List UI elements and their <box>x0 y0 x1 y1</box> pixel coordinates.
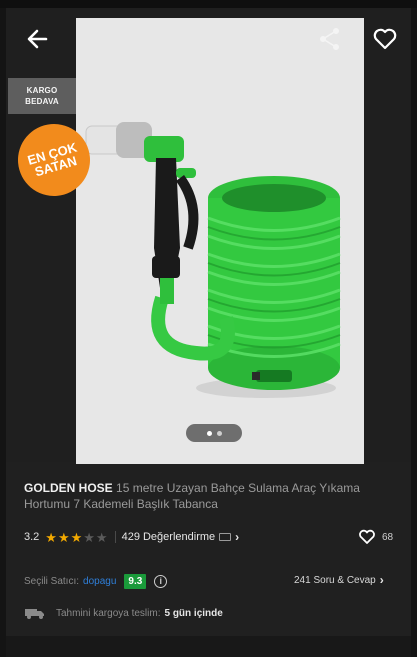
info-icon[interactable]: i <box>154 574 168 588</box>
pager-dot-active[interactable] <box>206 430 212 436</box>
heart-outline-icon <box>359 529 375 544</box>
star-icon: ★ <box>70 529 83 545</box>
product-gallery[interactable] <box>6 8 411 464</box>
star-empty-icon: ★ <box>95 529 108 545</box>
pager-dot[interactable] <box>216 430 222 436</box>
back-button[interactable] <box>24 26 52 52</box>
shipping-estimate: Tahmini kargoya teslim: 5 gün içinde <box>24 605 223 621</box>
share-button[interactable] <box>318 26 342 52</box>
favorite-button[interactable] <box>372 26 398 52</box>
favorite-count-value: 68 <box>382 531 394 543</box>
free-shipping-line1: KARGO <box>26 86 58 95</box>
reviews-link[interactable]: 429 Değerlendirme › <box>122 530 240 544</box>
shipping-value: 5 gün içinde <box>164 607 223 619</box>
reviews-label: 429 Değerlendirme <box>121 531 216 543</box>
product-brand[interactable]: GOLDEN HOSE <box>24 481 113 495</box>
seller-row: Seçili Satıcı: dopagu 9.3 i <box>24 570 168 592</box>
chevron-right-icon: › <box>379 573 384 587</box>
product-title: GOLDEN HOSE 15 metre Uzayan Bahçe Sulama… <box>24 480 394 512</box>
free-shipping-badge: KARGO BEDAVA <box>8 78 76 114</box>
heart-icon <box>373 28 397 50</box>
camera-icon <box>219 533 232 541</box>
rating-score: 3.2 <box>24 531 40 543</box>
star-icon: ★ <box>57 529 70 545</box>
bottom-bar <box>6 636 411 657</box>
arrow-left-icon <box>27 29 48 49</box>
favorite-count[interactable]: 68 <box>358 528 393 546</box>
qa-label: 241 Soru & Cevap <box>294 574 376 586</box>
seller-name-link[interactable]: dopagu <box>83 576 116 587</box>
status-strip <box>0 0 417 8</box>
star-icon: ★ <box>45 529 57 545</box>
seller-label: Seçili Satıcı: <box>24 575 80 587</box>
gallery-pager[interactable] <box>186 424 242 442</box>
questions-answers-link[interactable]: 241 Soru & Cevap › <box>294 573 384 587</box>
rating-row: 3.2 ★ ★ ★ ★ ★ 429 Değerlendirme › <box>24 529 239 545</box>
divider <box>114 531 116 543</box>
chevron-right-icon: › <box>235 530 240 544</box>
shipping-label: Tahmini kargoya teslim: <box>56 607 161 619</box>
star-empty-icon: ★ <box>83 529 95 545</box>
share-icon <box>320 28 339 50</box>
free-shipping-line2: BEDAVA <box>25 97 59 106</box>
truck-icon <box>25 609 44 619</box>
product-image[interactable] <box>76 18 364 464</box>
seller-score-badge: 9.3 <box>124 573 147 589</box>
